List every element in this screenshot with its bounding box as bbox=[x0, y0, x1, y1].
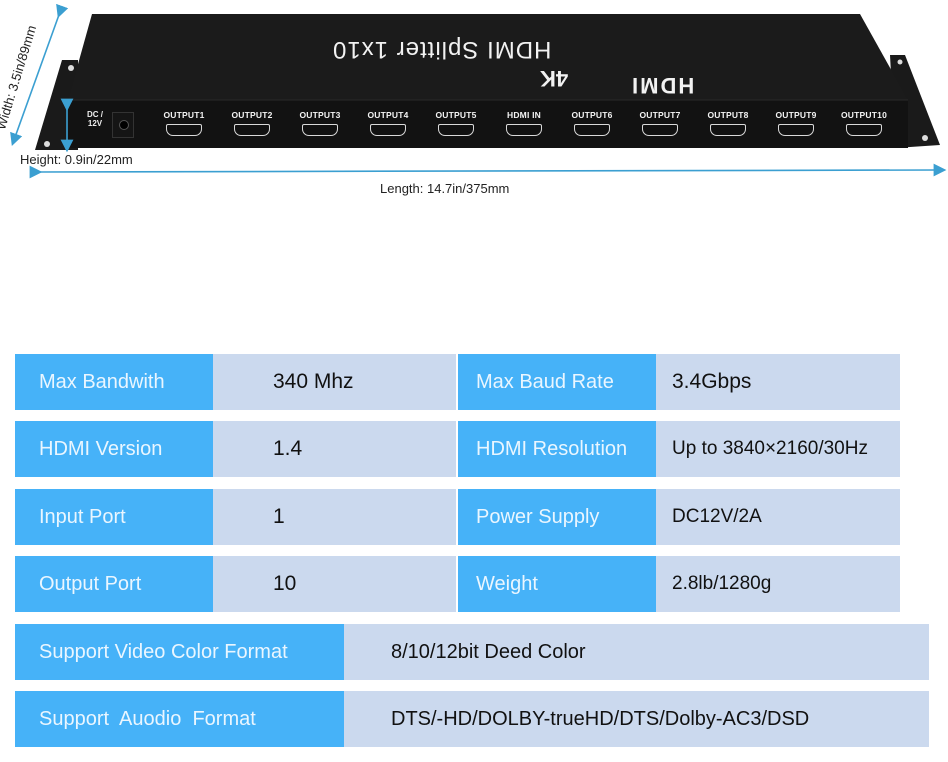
height-dimension-label: Height: 0.9in/22mm bbox=[20, 152, 133, 167]
port-hdmi-in: HDMI IN bbox=[491, 110, 557, 136]
hdmi-port-icon bbox=[166, 124, 202, 136]
hdmi-port-icon bbox=[302, 124, 338, 136]
spec-value: 1 bbox=[213, 489, 456, 545]
spec-row-power-supply: Power Supply DC12V/2A bbox=[458, 489, 900, 545]
spec-value: 8/10/12bit Deed Color bbox=[344, 624, 929, 680]
hdmi-port-icon bbox=[710, 124, 746, 136]
port-output1: OUTPUT1 bbox=[151, 110, 217, 136]
port-output6: OUTPUT6 bbox=[559, 110, 625, 136]
spec-row-input-port: Input Port 1 bbox=[15, 489, 456, 545]
spec-row-weight: Weight 2.8lb/1280g bbox=[458, 556, 900, 612]
port-output7: OUTPUT7 bbox=[627, 110, 693, 136]
port-output8: OUTPUT8 bbox=[695, 110, 761, 136]
spec-value: 1.4 bbox=[213, 421, 456, 477]
spec-label: HDMI Resolution bbox=[458, 421, 656, 477]
spec-value: 10 bbox=[213, 556, 456, 612]
device-4k-badge: 4K bbox=[540, 66, 569, 91]
spec-value: Up to 3840×2160/30Hz bbox=[656, 421, 900, 477]
port-output10: OUTPUT10 bbox=[831, 110, 897, 136]
port-output4: OUTPUT4 bbox=[355, 110, 421, 136]
length-dimension-label: Length: 14.7in/375mm bbox=[380, 181, 510, 196]
spec-row-output-port: Output Port 10 bbox=[15, 556, 456, 612]
device-drawing bbox=[10, 3, 947, 179]
product-image: HDMI Splitter 1x10 4K HDMI DC / 12V OUTP… bbox=[0, 0, 948, 330]
hdmi-port-icon bbox=[846, 124, 882, 136]
spec-row-max-baud-rate: Max Baud Rate 3.4Gbps bbox=[458, 354, 900, 410]
spec-label: Support Auodio Format bbox=[15, 691, 344, 747]
spec-value: DC12V/2A bbox=[656, 489, 900, 545]
spec-value: DTS/-HD/DOLBY-trueHD/DTS/Dolby-AC3/DSD bbox=[344, 691, 929, 747]
dc-power-label: DC / 12V bbox=[87, 110, 103, 128]
spec-label: Power Supply bbox=[458, 489, 656, 545]
length-arrow bbox=[29, 163, 947, 179]
hdmi-port-icon bbox=[234, 124, 270, 136]
spec-value: 2.8lb/1280g bbox=[656, 556, 900, 612]
hdmi-port-icon bbox=[370, 124, 406, 136]
spec-row-hdmi-resolution: HDMI Resolution Up to 3840×2160/30Hz bbox=[458, 421, 900, 477]
hdmi-port-icon bbox=[506, 124, 542, 136]
port-output2: OUTPUT2 bbox=[219, 110, 285, 136]
port-output5: OUTPUT5 bbox=[423, 110, 489, 136]
hdmi-port-icon bbox=[438, 124, 474, 136]
device-title: HDMI Splitter 1x10 bbox=[332, 36, 552, 63]
spec-label: Max Baud Rate bbox=[458, 354, 656, 410]
hdmi-port-icon bbox=[642, 124, 678, 136]
spec-label: Input Port bbox=[15, 489, 213, 545]
spec-label: Max Bandwith bbox=[15, 354, 213, 410]
spec-label: Weight bbox=[458, 556, 656, 612]
spec-label: HDMI Version bbox=[15, 421, 213, 477]
spec-label: Output Port bbox=[15, 556, 213, 612]
port-output3: OUTPUT3 bbox=[287, 110, 353, 136]
spec-label: Support Video Color Format bbox=[15, 624, 344, 680]
hdmi-port-icon bbox=[574, 124, 610, 136]
hdmi-logo: HDMI bbox=[630, 73, 695, 98]
spec-value: 340 Mhz bbox=[213, 354, 456, 410]
spec-row-video-color-format: Support Video Color Format 8/10/12bit De… bbox=[15, 624, 929, 680]
spec-row-max-bandwidth: Max Bandwith 340 Mhz bbox=[15, 354, 456, 410]
spec-row-hdmi-version: HDMI Version 1.4 bbox=[15, 421, 456, 477]
dc-power-jack-icon bbox=[112, 112, 134, 138]
port-output9: OUTPUT9 bbox=[763, 110, 829, 136]
spec-value: 3.4Gbps bbox=[656, 354, 900, 410]
hdmi-port-icon bbox=[778, 124, 814, 136]
spec-row-audio-format: Support Auodio Format DTS/-HD/DOLBY-true… bbox=[15, 691, 929, 747]
